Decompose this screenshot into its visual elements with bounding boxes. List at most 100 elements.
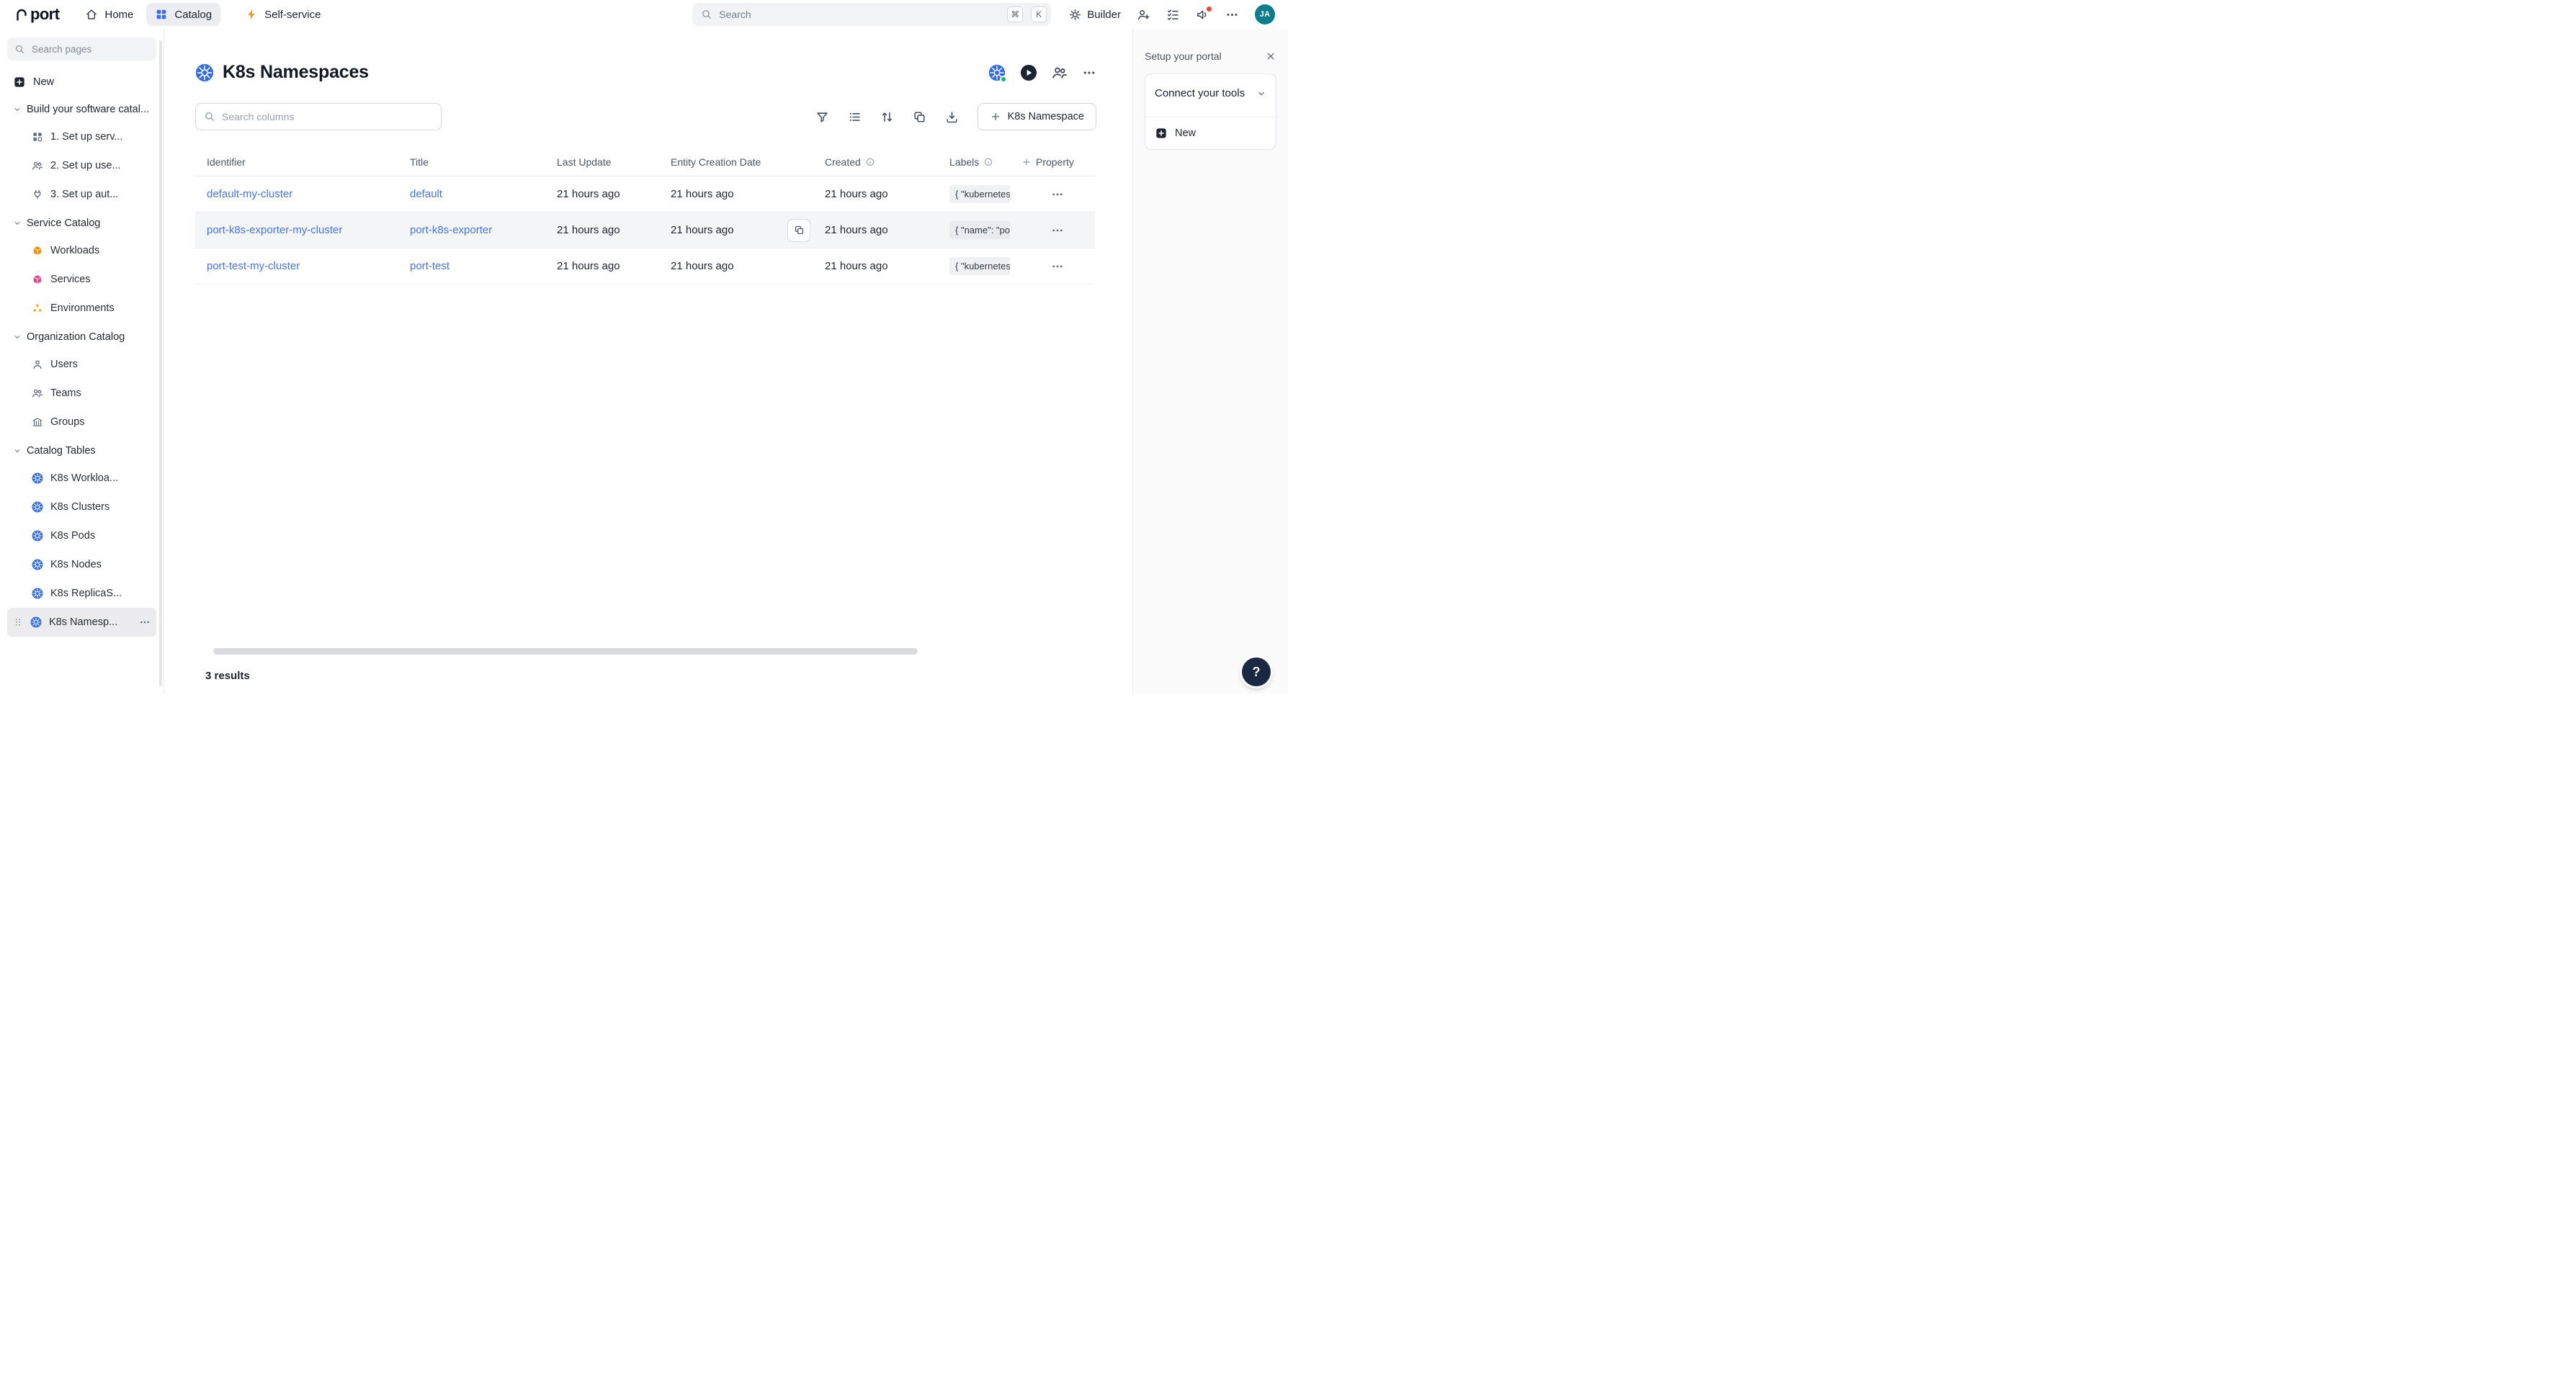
nav-self-service[interactable]: Self-service [236, 3, 329, 26]
created-cell: 21 hours ago [813, 224, 938, 236]
sidebar-item-k8s-workloads[interactable]: K8s Workloa... [7, 464, 156, 493]
title-link[interactable]: default [410, 188, 545, 200]
column-header-title[interactable]: Title [398, 156, 545, 168]
column-header-identifier[interactable]: Identifier [195, 156, 398, 168]
sidebar-group-catalog-tables[interactable]: Catalog Tables [7, 438, 156, 464]
table-toolbar: K8s Namespace [195, 103, 1096, 130]
item-more-icon[interactable] [139, 616, 151, 628]
search-columns[interactable] [195, 103, 442, 130]
sidebar-item-set-up-service[interactable]: 1. Set up serv... [7, 122, 156, 151]
status-dot [1000, 76, 1007, 83]
catalog-icon [155, 8, 168, 21]
sidebar-group-organization-catalog[interactable]: Organization Catalog [7, 324, 156, 350]
copy-value-button[interactable] [787, 219, 810, 242]
row-more-icon[interactable] [1051, 188, 1064, 201]
sidebar-item-set-up-users[interactable]: 2. Set up use... [7, 151, 156, 180]
panel-new-button[interactable]: New [1145, 117, 1276, 149]
checklist-icon[interactable] [1166, 8, 1180, 22]
title-link[interactable]: port-test [410, 260, 545, 272]
identifier-link[interactable]: default-my-cluster [207, 188, 398, 200]
title-link[interactable]: port-k8s-exporter [410, 224, 545, 236]
filter-icon[interactable] [815, 110, 829, 124]
global-search-input[interactable] [719, 9, 1001, 20]
sidebar-item-services[interactable]: Services [7, 265, 156, 294]
sidebar-item-k8s-replicasets[interactable]: K8s ReplicaS... [7, 579, 156, 608]
k8s-icon [195, 63, 214, 82]
sidebar-item-set-up-automations[interactable]: 3. Set up aut... [7, 180, 156, 209]
search-icon [14, 44, 25, 55]
created-cell: 21 hours ago [813, 188, 938, 200]
page-header-actions [988, 64, 1096, 81]
plus-icon [990, 111, 1001, 122]
close-icon[interactable] [1265, 50, 1276, 62]
sidebar-search[interactable] [7, 37, 156, 60]
labels-value[interactable]: { "kubernetes... [949, 257, 1010, 275]
search-columns-input[interactable] [222, 111, 433, 122]
table-header-row: Identifier Title Last Update Entity Crea… [195, 148, 1095, 176]
invite-users-icon[interactable] [1137, 8, 1150, 22]
sort-icon[interactable] [880, 110, 894, 124]
labels-value[interactable]: { "name": "por... [949, 221, 1010, 239]
sidebar-scrollbar[interactable] [159, 40, 162, 686]
connect-your-tools-dropdown[interactable]: Connect your tools [1145, 74, 1276, 117]
column-header-labels[interactable]: Labels [938, 156, 1010, 168]
column-header-created[interactable]: Created [813, 156, 938, 168]
group-by-icon[interactable] [848, 110, 862, 124]
sidebar-item-teams[interactable]: Teams [7, 379, 156, 408]
chevron-down-icon [13, 219, 22, 228]
sidebar-group-build-your-software-catalog[interactable]: Build your software catal... [7, 96, 156, 122]
column-header-last-update[interactable]: Last Update [545, 156, 659, 168]
identifier-link[interactable]: port-k8s-exporter-my-cluster [207, 224, 398, 236]
row-more-icon[interactable] [1051, 224, 1064, 237]
nav-self-service-label: Self-service [264, 9, 321, 21]
info-icon [983, 157, 993, 167]
page-title: K8s Namespaces [223, 62, 369, 83]
k-key: K [1031, 6, 1047, 22]
audience-icon[interactable] [1052, 65, 1068, 81]
sidebar-item-groups[interactable]: Groups [7, 408, 156, 436]
sidebar-item-users[interactable]: Users [7, 350, 156, 379]
more-menu-icon[interactable] [1225, 8, 1239, 22]
builder-button[interactable]: Builder [1068, 8, 1121, 22]
primary-nav: Home Catalog Self-service [76, 3, 329, 26]
blueprint-avatar[interactable] [988, 64, 1006, 81]
nav-home[interactable]: Home [76, 3, 142, 26]
table-row: default-my-cluster default 21 hours ago … [195, 176, 1095, 212]
copy-icon[interactable] [913, 110, 926, 124]
table-row: port-k8s-exporter-my-cluster port-k8s-ex… [195, 212, 1095, 248]
help-button[interactable]: ? [1242, 657, 1271, 686]
column-header-entity-creation-date[interactable]: Entity Creation Date [659, 156, 813, 168]
global-search[interactable]: ⌘ K [692, 3, 1051, 26]
sidebar-group: Catalog Tables K8s Workloa... K8s Cluste… [7, 438, 156, 637]
sidebar-item-k8s-pods[interactable]: K8s Pods [7, 521, 156, 550]
announcements-icon[interactable] [1196, 8, 1209, 22]
sidebar-new-button[interactable]: New [7, 69, 156, 95]
drag-handle-icon[interactable] [13, 617, 23, 627]
add-property-button[interactable]: Property [1010, 156, 1095, 168]
workloads-icon [32, 245, 43, 256]
sidebar-item-k8s-nodes[interactable]: K8s Nodes [7, 550, 156, 579]
sidebar-item-k8s-clusters[interactable]: K8s Clusters [7, 493, 156, 521]
port-logo[interactable]: port [14, 5, 59, 24]
add-k8s-namespace-button[interactable]: K8s Namespace [978, 103, 1096, 130]
copy-icon [794, 225, 805, 235]
builder-icon [1068, 8, 1082, 22]
row-more-icon[interactable] [1051, 260, 1064, 273]
download-icon[interactable] [945, 110, 959, 124]
sidebar-group-service-catalog[interactable]: Service Catalog [7, 210, 156, 236]
sidebar-item-workloads[interactable]: Workloads [7, 236, 156, 265]
page-more-icon[interactable] [1082, 66, 1096, 80]
entity-creation-date-cell: 21 hours ago [659, 260, 813, 272]
identifier-link[interactable]: port-test-my-cluster [207, 260, 398, 272]
sidebar-item-k8s-namespaces[interactable]: K8s Namesp... [7, 608, 156, 637]
nav-catalog[interactable]: Catalog [146, 3, 220, 26]
cmd-key: ⌘ [1007, 6, 1023, 22]
self-service-icon [245, 8, 258, 21]
search-icon [204, 111, 215, 122]
sidebar-item-environments[interactable]: Environments [7, 294, 156, 323]
horizontal-scrollbar[interactable] [213, 648, 918, 655]
demo-play-icon[interactable] [1020, 64, 1037, 81]
sidebar-search-input[interactable] [32, 44, 149, 55]
labels-value[interactable]: { "kubernetes... [949, 185, 1010, 203]
user-avatar[interactable]: JA [1255, 4, 1275, 24]
